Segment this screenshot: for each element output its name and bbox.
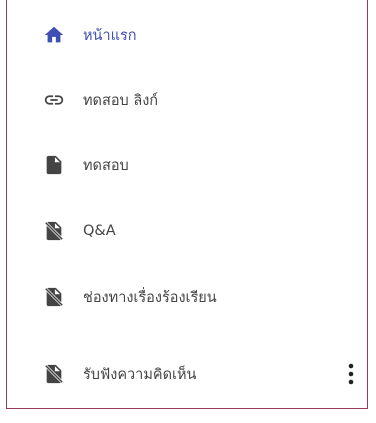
document-off-icon — [43, 363, 65, 385]
nav-item-label: ทดสอบ — [83, 157, 129, 174]
nav-item-link-test[interactable]: ทดสอบ ลิงก์ — [7, 80, 367, 120]
nav-item-test[interactable]: ทดสอบ — [7, 145, 367, 185]
nav-item-qa[interactable]: Q&A — [7, 211, 367, 251]
document-icon — [43, 154, 65, 176]
nav-item-home[interactable]: หน้าแรก — [7, 15, 367, 55]
more-vertical-icon[interactable] — [341, 360, 361, 388]
document-off-icon — [43, 286, 65, 308]
nav-item-label: ทดสอบ ลิงก์ — [83, 92, 159, 109]
navigation-panel: หน้าแรก ทดสอบ ลิงก์ ทดสอบ Q&A ช่องทางเรื… — [6, 0, 368, 409]
nav-item-label: ช่องทางเรื่องร้องเรียน — [83, 289, 217, 306]
link-icon — [43, 89, 65, 111]
home-icon — [43, 24, 65, 46]
nav-item-label: รับฟังความคิดเห็น — [83, 366, 197, 383]
nav-item-label: หน้าแรก — [83, 27, 137, 44]
nav-item-feedback[interactable]: รับฟังความคิดเห็น — [7, 354, 367, 394]
document-off-icon — [43, 220, 65, 242]
nav-item-complaint[interactable]: ช่องทางเรื่องร้องเรียน — [7, 277, 367, 317]
nav-item-label: Q&A — [83, 223, 116, 239]
